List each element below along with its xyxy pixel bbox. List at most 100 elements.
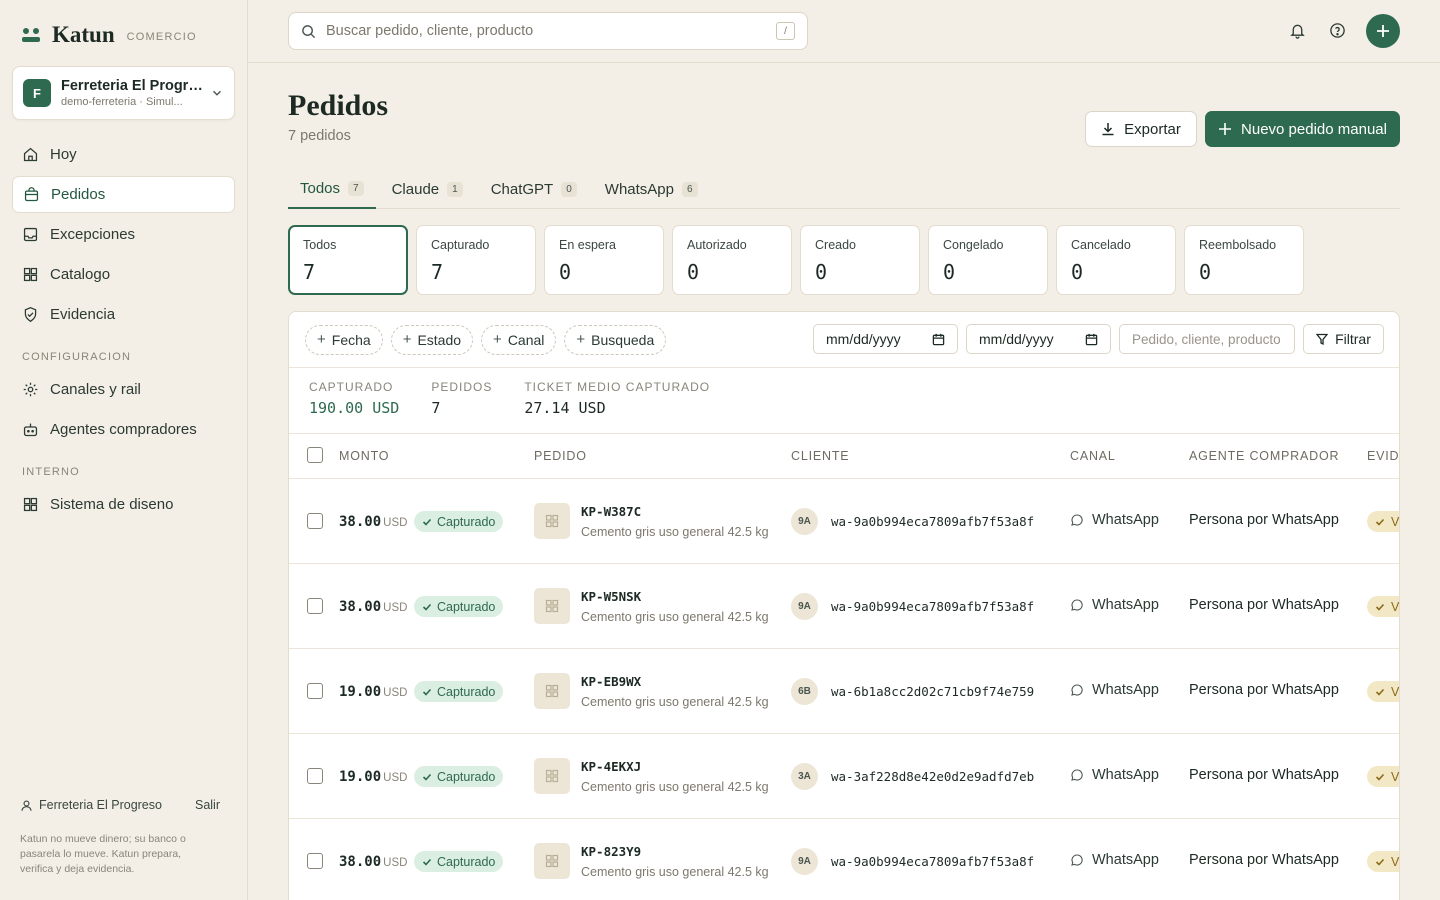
column-header-monto[interactable]: MONTO <box>339 449 389 463</box>
create-button[interactable] <box>1366 14 1400 48</box>
table-row[interactable]: 19.00 USD Capturado KP-EB9WX Cemento gris… <box>289 649 1399 734</box>
status-label: Capturado <box>437 854 496 869</box>
filter-chip-fecha[interactable]: + Fecha <box>305 324 383 355</box>
customer-avatar: 6B <box>791 678 818 705</box>
export-button[interactable]: Exportar <box>1085 111 1197 147</box>
user-name: Ferreteria El Progreso <box>39 798 162 812</box>
status-card-label: Todos <box>303 238 337 252</box>
channel-label: WhatsApp <box>1092 597 1159 613</box>
amount-currency: USD <box>383 687 408 699</box>
nav-item-hoy[interactable]: Hoy <box>12 136 235 173</box>
column-header-agente[interactable]: AGENTE COMPRADOR <box>1189 449 1339 463</box>
status-card-autorizado[interactable]: Autorizado 0 <box>672 225 792 295</box>
order-id-link[interactable]: KP-W387C <box>581 504 641 519</box>
select-all-checkbox[interactable] <box>307 447 323 463</box>
status-card-value: 0 <box>1071 260 1084 284</box>
status-label: Capturado <box>437 769 496 784</box>
status-card-reembolsado[interactable]: Reembolsado 0 <box>1184 225 1304 295</box>
nav-item-canales[interactable]: Canales y rail <box>12 371 235 408</box>
date-to-input[interactable]: mm/dd/yyyy <box>966 324 1111 354</box>
search-shortcut: / <box>776 22 795 40</box>
search-box[interactable]: / <box>288 12 808 50</box>
status-card-todos[interactable]: Todos 7 <box>288 225 408 295</box>
status-card-cancelado[interactable]: Cancelado 0 <box>1056 225 1176 295</box>
new-order-button[interactable]: Nuevo pedido manual <box>1205 111 1400 147</box>
nav-item-evidencia[interactable]: Evidencia <box>12 296 235 333</box>
row-checkbox[interactable] <box>307 513 323 529</box>
logout-button[interactable]: Salir <box>195 798 220 812</box>
check-icon <box>422 688 432 696</box>
tab-label: Claude <box>391 180 440 198</box>
status-card-value: 0 <box>1199 260 1212 284</box>
column-header-canal[interactable]: CANAL <box>1070 449 1116 463</box>
status-card-congelado[interactable]: Congelado 0 <box>928 225 1048 295</box>
brand-logo-icon <box>22 28 40 42</box>
column-header-cliente[interactable]: CLIENTE <box>791 449 849 463</box>
channel-label: WhatsApp <box>1092 682 1159 698</box>
row-checkbox[interactable] <box>307 853 323 869</box>
status-card-creado[interactable]: Creado 0 <box>800 225 920 295</box>
check-icon <box>1375 603 1385 611</box>
filter-button[interactable]: Filtrar <box>1303 324 1384 354</box>
status-card-capturado[interactable]: Capturado 7 <box>416 225 536 295</box>
row-checkbox[interactable] <box>307 683 323 699</box>
table-row[interactable]: 19.00 USD Capturado KP-4EKXJ Cemento gris… <box>289 734 1399 819</box>
amount-value: 19.00 <box>339 684 382 700</box>
order-product: Cemento gris uso general 42.5 kg <box>581 525 769 539</box>
nav-item-catalogo[interactable]: Catalogo <box>12 256 235 293</box>
date-from-input[interactable]: mm/dd/yyyy <box>813 324 958 354</box>
plus-icon <box>1219 123 1232 135</box>
order-id-link[interactable]: KP-4EKXJ <box>581 759 641 774</box>
order-id-link[interactable]: KP-823Y9 <box>581 844 641 859</box>
column-header-pedido[interactable]: PEDIDO <box>534 449 587 463</box>
status-card-label: Capturado <box>431 238 490 252</box>
nav-item-pedidos[interactable]: Pedidos <box>12 176 235 213</box>
table-row[interactable]: 38.00 USD Capturado KP-W387C Cemento gris… <box>289 479 1399 564</box>
help-circle-icon <box>1329 22 1345 38</box>
search-input[interactable] <box>326 23 776 39</box>
whatsapp-icon <box>1071 599 1083 611</box>
whatsapp-icon <box>1071 854 1083 866</box>
store-switcher[interactable]: F Ferreteria El Progre... demo-ferreteri… <box>12 66 235 120</box>
nav-item-agentes[interactable]: Agentes compradores <box>12 411 235 448</box>
filter-text-input[interactable]: Pedido, cliente, producto <box>1119 324 1295 354</box>
grid-icon <box>545 514 559 528</box>
evidence-badge[interactable]: V <box>1367 511 1399 532</box>
evidence-badge[interactable]: V <box>1367 681 1399 702</box>
nav-item-sistema-diseno[interactable]: Sistema de diseno <box>12 486 235 523</box>
product-thumbnail <box>534 673 570 709</box>
filter-chip-canal[interactable]: + Canal <box>481 324 557 355</box>
tab-todos[interactable]: Todos 7 <box>288 170 376 209</box>
nav-item-excepciones[interactable]: Excepciones <box>12 216 235 253</box>
evidence-badge[interactable]: V <box>1367 596 1399 617</box>
evidence-badge[interactable]: V <box>1367 851 1399 872</box>
help-button[interactable] <box>1327 20 1347 40</box>
table-row[interactable]: 38.00 USD Capturado KP-W5NSK Cemento gris… <box>289 564 1399 649</box>
export-label: Exportar <box>1124 120 1181 138</box>
tab-chatgpt[interactable]: ChatGPT 0 <box>479 170 589 208</box>
status-card-en-espera[interactable]: En espera 0 <box>544 225 664 295</box>
status-card-value: 0 <box>815 260 828 284</box>
brand[interactable]: Katun COMERCIO <box>22 22 197 48</box>
amount-value: 38.00 <box>339 854 382 870</box>
row-checkbox[interactable] <box>307 598 323 614</box>
current-user[interactable]: Ferreteria El Progreso <box>20 798 162 812</box>
status-label: Capturado <box>437 684 496 699</box>
order-id-link[interactable]: KP-W5NSK <box>581 589 641 604</box>
notifications-button[interactable] <box>1287 20 1307 40</box>
row-checkbox[interactable] <box>307 768 323 784</box>
column-header-evidencia[interactable]: EVIDI <box>1367 449 1399 463</box>
evidence-badge[interactable]: V <box>1367 766 1399 787</box>
filter-chip-busqueda[interactable]: + Busqueda <box>564 324 667 355</box>
tab-whatsapp[interactable]: WhatsApp 6 <box>593 170 710 208</box>
order-id-link[interactable]: KP-EB9WX <box>581 674 641 689</box>
filter-chip-estado[interactable]: + Estado <box>390 324 474 355</box>
nav-item-label: Sistema de diseno <box>50 496 174 513</box>
metric-pedidos: PEDIDOS 7 <box>431 380 492 421</box>
check-icon <box>1375 518 1385 526</box>
table-row[interactable]: 38.00 USD Capturado KP-823Y9 Cemento gris… <box>289 819 1399 900</box>
status-card-label: En espera <box>559 238 616 252</box>
user-icon <box>21 799 32 811</box>
tab-claude[interactable]: Claude 1 <box>380 170 475 208</box>
channel-cell: WhatsApp <box>1071 512 1159 528</box>
